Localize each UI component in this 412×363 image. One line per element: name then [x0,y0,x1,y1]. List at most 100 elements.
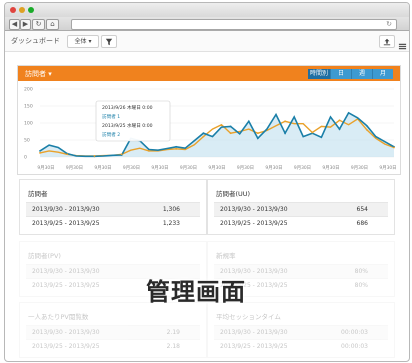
data-point[interactable] [175,145,178,148]
stat-date-range: 2013/9/30 - 2013/9/30 [220,329,288,336]
y-tick-label: 0 [24,155,27,161]
tooltip-line-4: 訪問者 2 [102,131,120,138]
back-button[interactable]: ◀ [9,19,20,30]
data-point[interactable] [365,124,368,127]
x-tick-label: 9月30日 [351,165,368,171]
data-point[interactable] [229,132,232,135]
stat-card-title: 訪問者(PV) [28,252,61,260]
stat-date-range: 2013/9/30 - 2013/9/30 [32,329,100,336]
page-title: ダッシュボード [11,37,60,45]
period-tab-day[interactable]: 日 [331,69,352,79]
visitor-line-chart[interactable]: 200150100500 9月30日 9月30日 9月30日 9月30日 9月30日 9月… [18,81,400,173]
zoom-window-button[interactable] [28,7,34,13]
stat-row: 2013/9/25 - 2013/9/25 686 [214,216,388,230]
x-tick-label: 9月30日 [123,165,140,171]
stat-card-title: 新規率 [216,252,236,260]
stat-date-range: 2013/9/30 - 2013/9/30 [32,206,100,213]
stat-card-title: 訪問者(UU) [216,190,251,198]
x-tick-label: 9月30日 [322,165,339,171]
funnel-icon [105,38,113,45]
series-area [40,112,394,157]
stat-row: 2013/9/30 - 2013/9/30 654 [214,202,388,216]
export-icon [383,38,391,45]
tooltip-line-3: 2013/9/25 水曜日 0:00 [102,122,153,129]
forward-button[interactable]: ▶ [20,19,31,30]
data-point[interactable] [365,128,368,131]
y-axis-ticks: 200 150 100 50 0 [24,87,33,161]
stat-date-range: 2013/9/30 - 2013/9/30 [32,268,100,275]
export-button[interactable] [379,35,395,48]
x-tick-label: 9月30日 [294,165,311,171]
stat-value: 686 [356,220,368,227]
data-point[interactable] [66,153,69,156]
stat-value: 1,306 [162,206,180,213]
stat-value: 00:00:03 [341,343,368,350]
data-point[interactable] [338,119,341,122]
data-point[interactable] [120,153,123,156]
data-point[interactable] [39,149,41,152]
visitor-chart-panel: 訪問者 ▾ 時間別 日 週 月 200 150 100 50 0 9月30日 9月30日 9… [17,65,401,175]
data-point[interactable] [202,135,205,138]
chart-header: 訪問者 ▾ 時間別 日 週 月 [18,66,400,81]
filter-button[interactable] [101,35,117,48]
period-tab-hourly[interactable]: 時間別 [308,69,331,79]
address-field[interactable]: ↻ [71,19,397,30]
data-point[interactable] [202,132,205,135]
reload-button[interactable]: ↻ [32,19,45,30]
minimize-window-button[interactable] [19,7,25,13]
data-point[interactable] [256,132,259,135]
data-point[interactable] [338,128,341,131]
data-point[interactable] [393,146,395,149]
stat-card: 訪問者(UU) 2013/9/30 - 2013/9/30 654 2013/9… [207,179,395,235]
x-axis-ticks: 9月30日 9月30日 9月30日 9月30日 9月30日 9月30日 9月30日 9月30日… [37,165,396,171]
hamburger-icon [398,43,407,50]
browser-window: ◀ ▶ ↻ ⌂ ↻ ダッシュボード 全体 ▾ 訪問者 ▾ 時間別 日 週 月 2… [4,2,410,362]
dashboard-toolbar: ダッシュボード 全体 ▾ [5,31,409,52]
stat-date-range: 2013/9/25 - 2013/9/25 [32,343,100,350]
y-tick-label: 150 [24,104,33,110]
period-tab-month[interactable]: 月 [373,69,393,79]
stat-row: 2013/9/30 - 2013/9/30 1,306 [26,202,200,216]
stat-value: 80% [354,282,368,289]
data-point[interactable] [256,137,259,140]
stat-row: 2013/9/25 - 2013/9/25 00:00:03 [214,339,388,353]
chart-tooltip: 2013/9/26 木曜日 0:00 訪問者 1 2013/9/25 水曜日 0… [95,100,171,142]
data-point[interactable] [229,125,232,128]
y-tick-label: 200 [24,87,33,93]
stat-value: 80% [354,268,368,275]
stat-value: 2.19 [166,329,180,336]
data-point[interactable] [93,155,96,157]
data-point[interactable] [284,132,286,135]
period-tab-week[interactable]: 週 [352,69,373,79]
data-point[interactable] [284,120,286,123]
data-point[interactable] [148,149,150,152]
stat-card: 訪問者 2013/9/30 - 2013/9/30 1,306 2013/9/2… [19,179,207,235]
watermark-text: 管理画面 [146,278,246,306]
stat-date-range: 2013/9/25 - 2013/9/25 [32,282,100,289]
scope-dropdown[interactable]: 全体 ▾ [67,35,99,48]
close-window-button[interactable] [10,7,16,13]
stat-card: 一人あたりPV閲覧数 2013/9/30 - 2013/9/30 2.19 20… [19,302,207,358]
menu-button[interactable] [398,36,407,55]
stat-date-range: 2013/9/25 - 2013/9/25 [220,220,288,227]
x-tick-label: 9月30日 [237,165,254,171]
x-tick-label: 9月30日 [265,165,282,171]
stat-date-range: 2013/9/25 - 2013/9/25 [32,220,100,227]
stat-card-title: 訪問者 [28,190,48,198]
stat-row: 2013/9/25 - 2013/9/25 2.18 [26,339,200,353]
data-point[interactable] [175,147,178,150]
stat-row: 2013/9/30 - 2013/9/30 00:00:03 [214,325,388,339]
stat-date-range: 2013/9/25 - 2013/9/25 [220,343,288,350]
x-tick-label: 9月30日 [208,165,225,171]
stat-card: 平均セッションタイム 2013/9/30 - 2013/9/30 00:00:0… [207,302,395,358]
chart-title[interactable]: 訪問者 ▾ [25,69,52,79]
refresh-icon[interactable]: ↻ [386,20,392,29]
url-bar-row: ◀ ▶ ↻ ⌂ ↻ [5,17,409,31]
x-tick-label: 9月30日 [151,165,168,171]
home-button[interactable]: ⌂ [46,19,59,30]
data-point[interactable] [311,131,314,134]
stat-value: 1,233 [162,220,180,227]
x-tick-label: 9月30日 [66,165,83,171]
data-point[interactable] [39,152,41,154]
tooltip-line-2: 訪問者 1 [102,113,120,120]
